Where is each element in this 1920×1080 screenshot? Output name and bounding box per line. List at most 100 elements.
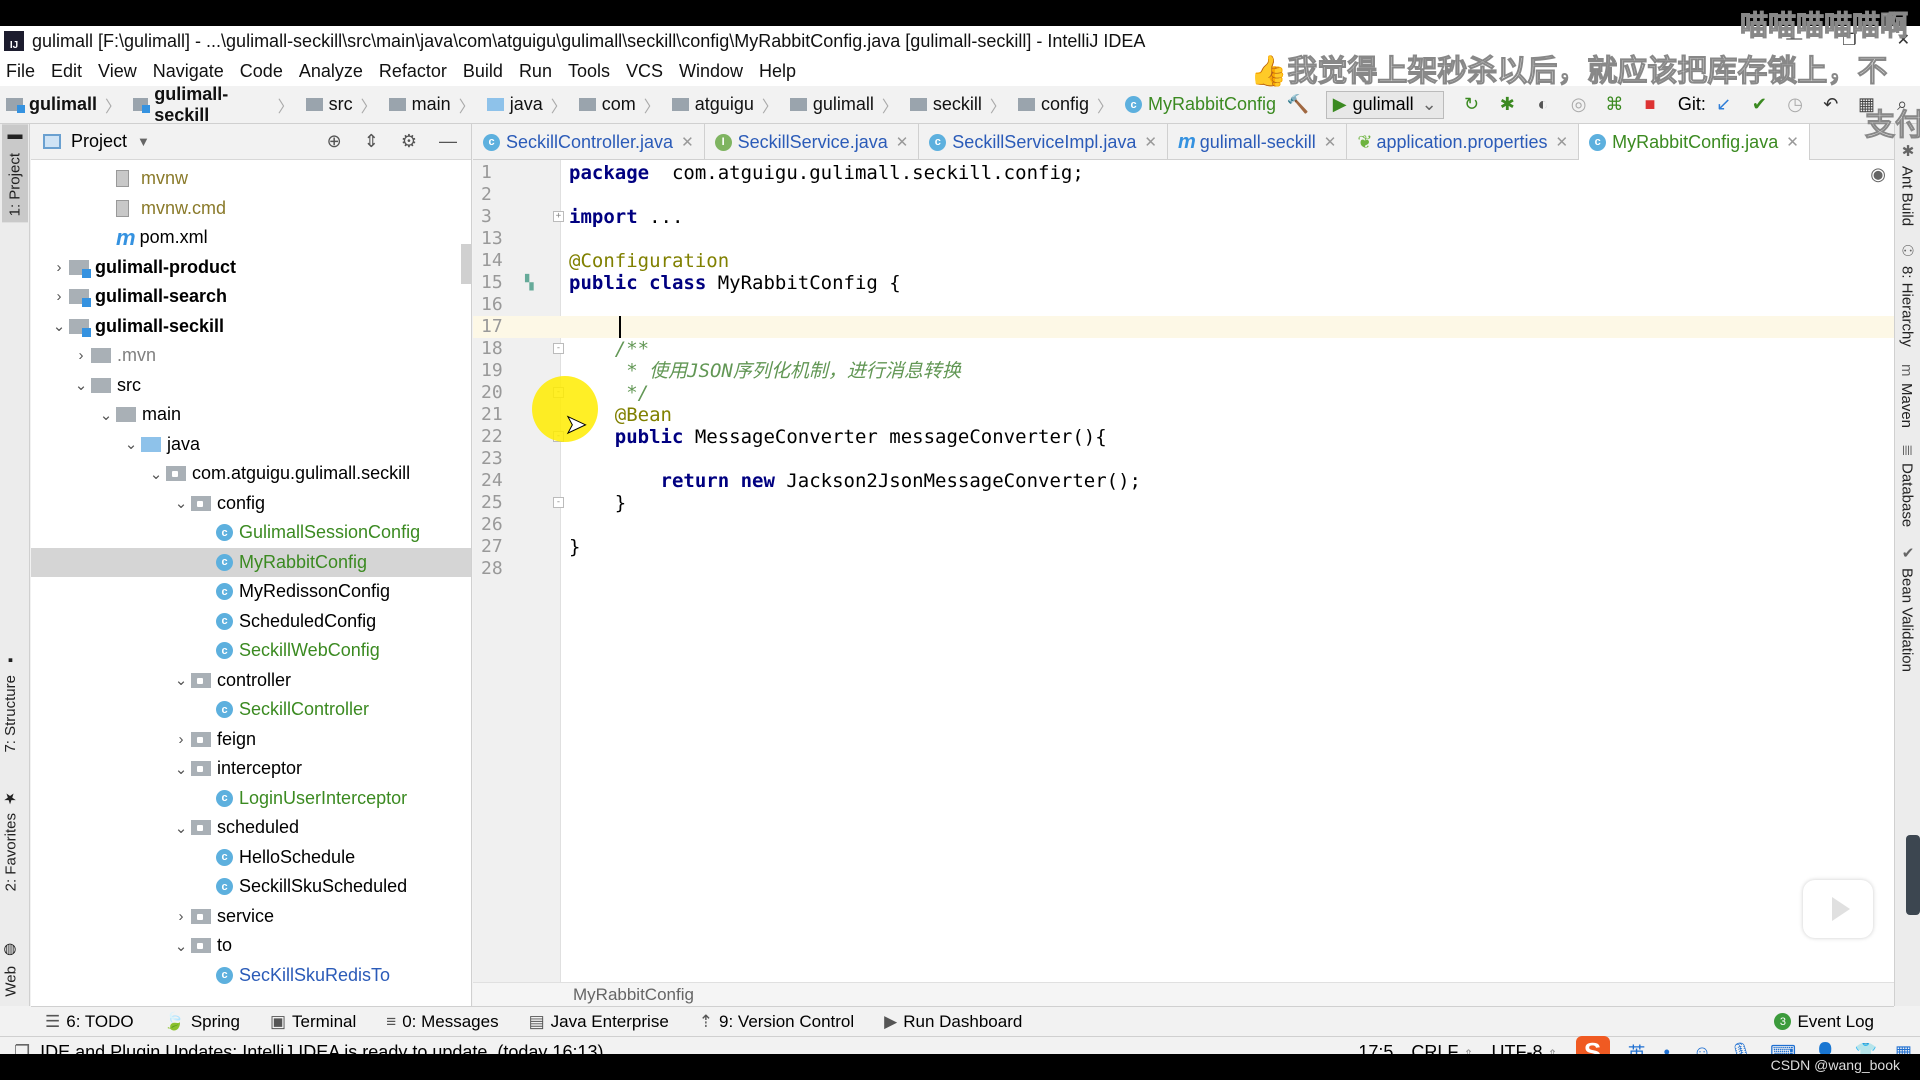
tool-window-java-enterprise[interactable]: ▤ Java Enterprise bbox=[529, 1012, 669, 1032]
tree-item[interactable]: c MyRabbitConfig bbox=[31, 547, 471, 577]
tree-item[interactable]: ⌄ to bbox=[31, 931, 471, 960]
chevron-right-icon[interactable]: › bbox=[49, 259, 69, 276]
chevron-down-icon[interactable]: ⌄ bbox=[171, 819, 191, 837]
editor-tab[interactable]: c SeckillController.java ✕ bbox=[473, 124, 705, 160]
menu-refactor[interactable]: Refactor bbox=[379, 61, 447, 82]
tool-tab-bean-validation[interactable]: ✔ Bean Validation bbox=[1898, 544, 1917, 672]
editor-tab[interactable]: c SeckillServiceImpl.java ✕ bbox=[919, 124, 1168, 160]
chevron-down-icon[interactable]: ⌄ bbox=[171, 760, 191, 778]
fold-marker-icon[interactable]: - bbox=[553, 343, 564, 354]
tree-item[interactable]: › feign bbox=[31, 725, 471, 754]
menu-view[interactable]: View bbox=[98, 61, 137, 82]
close-tab-icon[interactable]: ✕ bbox=[1144, 133, 1157, 151]
fold-marker-icon[interactable]: + bbox=[553, 211, 564, 222]
code-line[interactable]: 16 bbox=[473, 294, 1894, 316]
editor-tab[interactable]: I SeckillService.java ✕ bbox=[705, 124, 920, 160]
menu-analyze[interactable]: Analyze bbox=[299, 61, 363, 82]
code-line[interactable]: 20- */ bbox=[473, 382, 1894, 404]
profile-icon[interactable]: ◎ bbox=[1566, 92, 1592, 118]
video-play-icon[interactable] bbox=[1803, 880, 1873, 938]
menu-file[interactable]: File bbox=[6, 61, 35, 82]
run-coverage-icon[interactable]: ◐ bbox=[1530, 92, 1556, 118]
code-line[interactable]: 18 - /** bbox=[473, 338, 1894, 360]
breadcrumb-item[interactable]: gulimall-seckill 〉 bbox=[133, 84, 302, 126]
tree-item[interactable]: c ScheduledConfig bbox=[31, 607, 471, 636]
breadcrumb-item[interactable]: c MyRabbitConfig bbox=[1125, 94, 1276, 115]
code-line[interactable]: 22- public MessageConverter messageConve… bbox=[473, 426, 1894, 448]
code-editor[interactable]: ◉ 1 package com.atguigu.gulimall.seckill.… bbox=[473, 160, 1894, 982]
code-line[interactable]: 3 + import ... bbox=[473, 206, 1894, 228]
code-line[interactable]: 2 bbox=[473, 184, 1894, 206]
code-line[interactable]: 1 package com.atguigu.gulimall.seckill.co… bbox=[473, 162, 1894, 184]
tool-tab--hierarchy[interactable]: ⚇ 8: Hierarchy bbox=[1898, 242, 1917, 347]
git-update-icon[interactable]: ↙ bbox=[1711, 92, 1737, 118]
chevron-down-icon[interactable]: ⌄ bbox=[96, 406, 116, 424]
breadcrumb-item[interactable]: com 〉 bbox=[578, 93, 668, 117]
hide-icon[interactable]: — bbox=[439, 131, 457, 152]
tree-item[interactable]: mvnw.cmd bbox=[31, 194, 471, 223]
code-line[interactable]: 27} bbox=[473, 536, 1894, 558]
code-line[interactable]: 21 @Bean bbox=[473, 404, 1894, 426]
code-line[interactable]: 25 - } bbox=[473, 492, 1894, 514]
tree-item[interactable]: c SeckillController bbox=[31, 695, 471, 724]
tool-tab-ant-build[interactable]: ✱ Ant Build bbox=[1898, 142, 1917, 226]
menu-edit[interactable]: Edit bbox=[51, 61, 82, 82]
attach-debugger-icon[interactable]: ⌘ bbox=[1601, 92, 1627, 118]
collapse-all-icon[interactable]: ⇕ bbox=[364, 131, 379, 152]
chevron-down-icon[interactable]: ⌄ bbox=[71, 376, 91, 394]
tree-item[interactable]: c SecKillSkuRedisTo bbox=[31, 961, 471, 990]
code-line[interactable]: 13 bbox=[473, 228, 1894, 250]
code-line[interactable]: 24 return new Jackson2JsonMessageConvert… bbox=[473, 470, 1894, 492]
editor-tab[interactable]: c MyRabbitConfig.java ✕ bbox=[1579, 124, 1810, 160]
tree-item[interactable]: c SeckillSkuScheduled bbox=[31, 872, 471, 901]
menu-build[interactable]: Build bbox=[463, 61, 503, 82]
stop-icon[interactable]: ■ bbox=[1637, 92, 1663, 118]
tree-item[interactable]: ⌄ gulimall-seckill bbox=[31, 312, 471, 341]
tool-tab-database[interactable]: ≣ Database bbox=[1898, 444, 1917, 527]
tree-item[interactable]: mvnw bbox=[31, 164, 471, 193]
editor-tab[interactable]: m gulimall-seckill ✕ bbox=[1168, 124, 1348, 160]
chevron-right-icon[interactable]: › bbox=[171, 908, 191, 925]
tree-item[interactable]: m pom.xml bbox=[31, 223, 471, 252]
git-commit-icon[interactable]: ✔ bbox=[1747, 92, 1773, 118]
spring-bean-gutter-icon[interactable]: ▚ bbox=[525, 272, 533, 294]
tree-item[interactable]: ⌄ interceptor bbox=[31, 754, 471, 783]
tool-window-run-dashboard[interactable]: ▶ Run Dashboard bbox=[884, 1012, 1022, 1032]
tree-item[interactable]: ⌄ main bbox=[31, 400, 471, 429]
tree-item[interactable]: › gulimall-product bbox=[31, 253, 471, 282]
menu-tools[interactable]: Tools bbox=[568, 61, 610, 82]
breadcrumb-item[interactable]: java 〉 bbox=[486, 93, 575, 117]
menu-code[interactable]: Code bbox=[240, 61, 283, 82]
tool-tab-structure[interactable]: 7: Structure ▪ bbox=[2, 652, 19, 753]
editor-tab[interactable]: ❦ application.properties ✕ bbox=[1347, 124, 1580, 160]
editor-breadcrumb-footer[interactable]: MyRabbitConfig bbox=[473, 982, 1894, 1006]
build-hammer-icon[interactable]: 🔨 bbox=[1285, 92, 1311, 118]
close-tab-icon[interactable]: ✕ bbox=[1324, 133, 1337, 151]
tool-tab-favorites[interactable]: 2: Favorites ★ bbox=[2, 789, 20, 891]
chevron-right-icon[interactable]: › bbox=[49, 288, 69, 305]
chevron-right-icon[interactable]: › bbox=[171, 731, 191, 748]
fold-marker-icon[interactable]: - bbox=[553, 497, 564, 508]
tree-item[interactable]: ⌄ controller bbox=[31, 666, 471, 695]
tool-window-terminal[interactable]: ▣ Terminal bbox=[270, 1012, 356, 1032]
project-panel-title[interactable]: Project bbox=[71, 131, 127, 152]
menu-help[interactable]: Help bbox=[759, 61, 796, 82]
code-line[interactable]: 14 @Configuration bbox=[473, 250, 1894, 272]
chevron-down-icon[interactable]: ⌄ bbox=[146, 465, 166, 483]
code-line[interactable]: 26 bbox=[473, 514, 1894, 536]
rerun-icon[interactable]: ↻ bbox=[1459, 92, 1485, 118]
tree-item[interactable]: c LoginUserInterceptor bbox=[31, 784, 471, 813]
event-log-button[interactable]: 3 Event Log bbox=[1774, 1012, 1874, 1032]
tree-item[interactable]: › .mvn bbox=[31, 341, 471, 370]
chevron-down-icon[interactable]: ⌄ bbox=[49, 317, 69, 335]
breadcrumb-item[interactable]: src 〉 bbox=[305, 93, 385, 117]
git-rollback-icon[interactable]: ↶ bbox=[1818, 92, 1844, 118]
close-tab-icon[interactable]: ✕ bbox=[1556, 133, 1569, 151]
menu-run[interactable]: Run bbox=[519, 61, 552, 82]
breadcrumb-item[interactable]: atguigu 〉 bbox=[671, 93, 786, 117]
breadcrumb-item[interactable]: seckill 〉 bbox=[909, 93, 1014, 117]
chevron-down-icon[interactable]: ⌄ bbox=[171, 671, 191, 689]
tree-item[interactable]: ⌄ java bbox=[31, 430, 471, 459]
locate-icon[interactable]: ⊕ bbox=[327, 131, 342, 152]
tree-item[interactable]: › service bbox=[31, 902, 471, 931]
